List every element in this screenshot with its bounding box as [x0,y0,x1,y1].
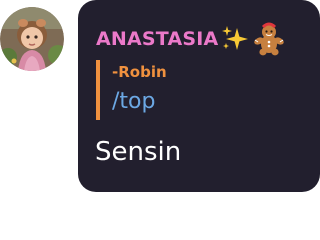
message-header: ANASTASIA [96,22,286,56]
gingerbread-man-icon [254,22,285,56]
message-content: Sensin [95,137,182,167]
avatar-image [0,7,64,71]
message-bubble: ANASTASIA -Robin /top Sensin [78,0,320,192]
reply-text: /top [112,89,156,114]
reply-quote[interactable]: -Robin /top [96,60,167,120]
username[interactable]: ANASTASIA [96,28,218,50]
avatar[interactable] [0,7,64,71]
reply-author: -Robin [112,63,167,81]
sparkles-icon [222,26,249,50]
chat-message: ANASTASIA -Robin /top Sensin [0,0,320,240]
